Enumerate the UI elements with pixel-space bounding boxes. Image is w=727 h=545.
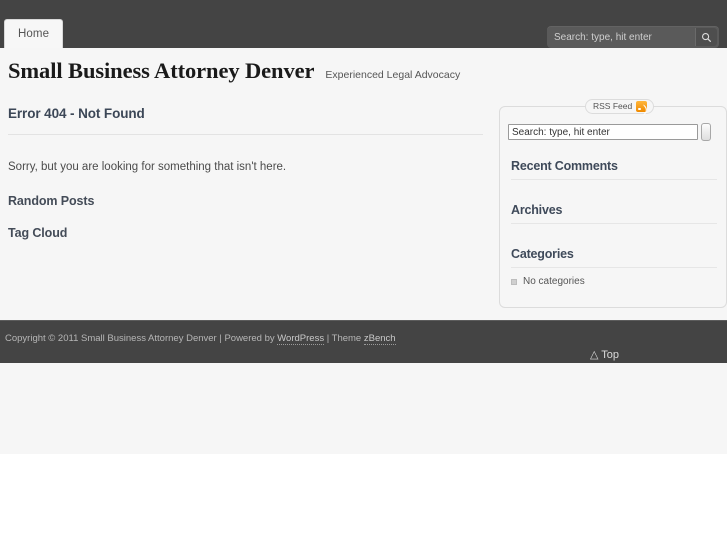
section-title-tag-cloud: Tag Cloud bbox=[8, 226, 68, 241]
entry-body-text: Sorry, but you are looking for something… bbox=[8, 161, 287, 173]
sidebar-search-widget bbox=[508, 123, 711, 141]
sidebar-search-submit-button[interactable] bbox=[701, 123, 711, 141]
viewport-blank-area bbox=[0, 454, 727, 545]
widget-divider bbox=[511, 267, 717, 268]
section-title-random-posts: Random Posts bbox=[8, 194, 95, 209]
below-footer-band bbox=[0, 363, 727, 454]
nav-tab-home[interactable]: Home bbox=[4, 18, 64, 48]
footer-link-wordpress[interactable]: WordPress bbox=[277, 333, 325, 345]
rss-feed-link[interactable]: RSS Feed bbox=[585, 99, 655, 114]
page-title: Error 404 - Not Found bbox=[8, 106, 145, 121]
bullet-icon bbox=[511, 278, 517, 285]
list-item-label: No categories bbox=[523, 276, 585, 287]
back-to-top-link[interactable]: △ Top bbox=[590, 350, 619, 361]
widget-title-archives: Archives bbox=[511, 203, 563, 217]
site-description: Experienced Legal Advocacy bbox=[325, 69, 461, 81]
site-branding: Small Business Attorney Denver Experienc… bbox=[8, 59, 461, 83]
rss-icon bbox=[636, 101, 648, 112]
footer-copyright-text: Copyright © 2011 Small Business Attorney… bbox=[5, 333, 278, 344]
widget-title-recent-comments: Recent Comments bbox=[511, 159, 618, 173]
header-search-widget bbox=[547, 26, 719, 48]
widget-recent-comments: Recent Comments bbox=[511, 159, 717, 180]
main-content: Error 404 - Not Found Sorry, but you are… bbox=[8, 106, 483, 240]
nav-tab-home-label: Home bbox=[18, 27, 50, 40]
rss-feed-label: RSS Feed bbox=[593, 101, 633, 112]
footer-theme-text: | Theme bbox=[324, 333, 364, 344]
header-search-submit-button[interactable] bbox=[695, 28, 717, 46]
widget-divider bbox=[511, 223, 717, 224]
site-title[interactable]: Small Business Attorney Denver bbox=[8, 59, 314, 83]
top-navigation-bar: Home bbox=[0, 0, 727, 48]
footer-credit: Copyright © 2011 Small Business Attorney… bbox=[5, 333, 396, 345]
sidebar-search-input[interactable] bbox=[508, 124, 698, 140]
page-root: Home Small Business Attorney Denver Expe… bbox=[0, 0, 727, 545]
search-icon bbox=[702, 32, 711, 42]
footer-link-zbench[interactable]: zBench bbox=[363, 333, 396, 345]
widget-divider bbox=[511, 179, 717, 180]
widget-archives: Archives bbox=[511, 203, 717, 224]
site-footer: Copyright © 2011 Small Business Attorney… bbox=[0, 320, 727, 363]
list-item: No categories bbox=[511, 275, 717, 288]
sidebar: RSS Feed Recent Comments Archives Catego… bbox=[499, 99, 727, 308]
categories-list: No categories bbox=[511, 275, 717, 288]
widget-title-categories: Categories bbox=[511, 247, 574, 261]
header-search-input[interactable] bbox=[549, 28, 695, 46]
nav-tab-list: Home bbox=[4, 18, 64, 48]
widget-categories: Categories No categories bbox=[511, 247, 717, 288]
